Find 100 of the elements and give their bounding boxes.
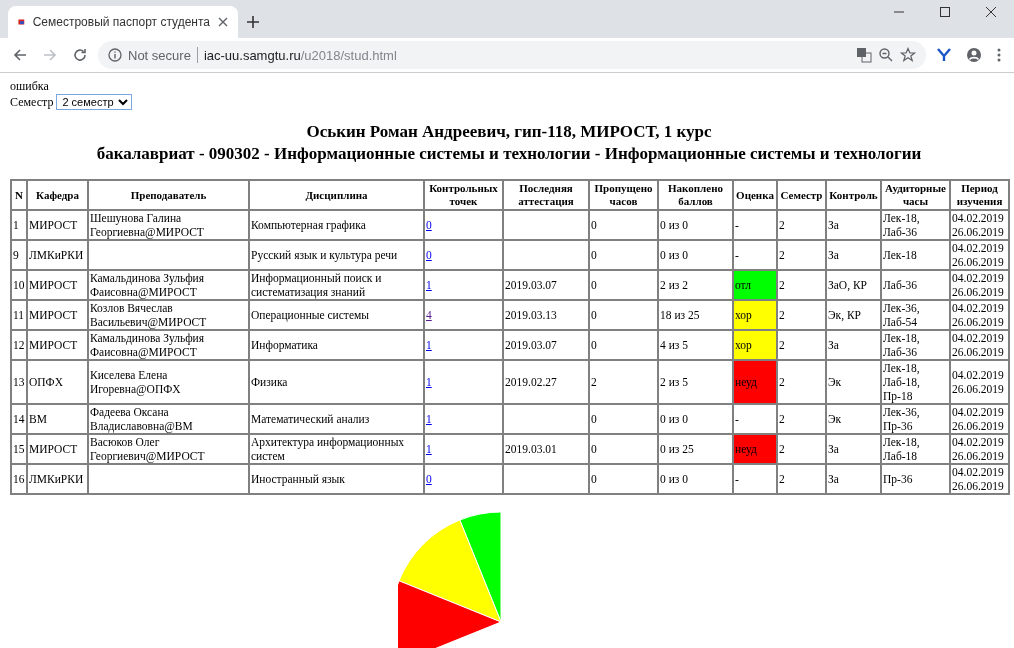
- info-icon: [108, 48, 122, 62]
- table-cell: 2019.03.07: [503, 330, 589, 360]
- table-cell: МИРОСТ: [27, 270, 88, 300]
- table-cell: Киселева Елена Игоревна@ОПФХ: [88, 360, 249, 404]
- column-header: Аудиторные часы: [881, 180, 950, 210]
- table-cell: Лек-18, Лаб-18, Пр-18: [881, 360, 950, 404]
- table-cell: 2019.03.01: [503, 434, 589, 464]
- student-heading: Оськин Роман Андреевич, гип-118, МИРОСТ, 1 курс: [305, 121, 713, 143]
- table-cell: 0 из 0: [658, 240, 733, 270]
- semester-select[interactable]: 2 семестр: [56, 94, 133, 110]
- table-cell: Камальдинова Зульфия Фаисовна@МИРОСТ: [88, 330, 249, 360]
- table-cell: 04.02.2019 26.06.2019: [950, 240, 1009, 270]
- table-cell: 0: [589, 300, 658, 330]
- table-cell: За: [826, 434, 881, 464]
- grade-cell: -: [733, 404, 777, 434]
- grade-cell: отл: [733, 270, 777, 300]
- table-cell: Шешунова Галина Георгиевна@МИРОСТ: [88, 210, 249, 240]
- grade-cell: -: [733, 240, 777, 270]
- points-link[interactable]: 0: [426, 473, 432, 485]
- table-cell: Фадеева Оксана Владиславовна@ВМ: [88, 404, 249, 434]
- table-cell: 04.02.2019 26.06.2019: [950, 434, 1009, 464]
- column-header: Семестр: [777, 180, 826, 210]
- table-cell: 04.02.2019 26.06.2019: [950, 270, 1009, 300]
- table-cell: 04.02.2019 26.06.2019: [950, 360, 1009, 404]
- table-cell: 0 из 0: [658, 404, 733, 434]
- table-cell: Лек-18: [881, 240, 950, 270]
- points-link[interactable]: 1: [426, 443, 432, 455]
- table-cell: За: [826, 240, 881, 270]
- grade-cell: неуд: [733, 434, 777, 464]
- table-cell: 2: [777, 240, 826, 270]
- table-cell: Эк: [826, 404, 881, 434]
- table-cell: 2019.03.13: [503, 300, 589, 330]
- table-cell: 2: [777, 464, 826, 494]
- table-cell: Эк, КР: [826, 300, 881, 330]
- table-cell: 04.02.2019 26.06.2019: [950, 300, 1009, 330]
- table-cell: 0 из 25: [658, 434, 733, 464]
- table-cell: 2019.03.07: [503, 270, 589, 300]
- column-header: Дисциплина: [249, 180, 424, 210]
- table-cell: Пр-36: [881, 464, 950, 494]
- zoom-icon: [878, 47, 894, 63]
- table-cell: Камальдинова Зульфия Фаисовна@МИРОСТ: [88, 270, 249, 300]
- points-link[interactable]: 0: [426, 249, 432, 261]
- table-cell: Архитектура информационных систем: [249, 434, 424, 464]
- grade-cell: неуд: [733, 360, 777, 404]
- table-cell: Информатика: [249, 330, 424, 360]
- table-cell: 9: [11, 240, 27, 270]
- table-cell: Васюков Олег Георгиевич@МИРОСТ: [88, 434, 249, 464]
- column-header: Контрольных точек: [424, 180, 503, 210]
- table-cell: Операционные системы: [249, 300, 424, 330]
- table-cell: За: [826, 464, 881, 494]
- column-header: Последняя аттестация: [503, 180, 589, 210]
- browser-tab[interactable]: Семестровый паспорт студента: [8, 6, 238, 38]
- table-cell: 2: [589, 360, 658, 404]
- table-cell: ЛМКиРКИ: [27, 240, 88, 270]
- table-cell: ЛМКиРКИ: [27, 464, 88, 494]
- table-cell: Математический анализ: [249, 404, 424, 434]
- table-cell: Информационный поиск и систематизация знаний: [249, 270, 424, 300]
- column-header: N: [11, 180, 27, 210]
- table-cell: 15: [11, 434, 27, 464]
- table-cell: 2: [777, 270, 826, 300]
- table-cell: 0: [589, 240, 658, 270]
- table-cell: 0 из 0: [658, 464, 733, 494]
- table-cell: Эк: [826, 360, 881, 404]
- table-cell: Иностранный язык: [249, 464, 424, 494]
- error-text: ошибка: [10, 79, 49, 94]
- table-cell: 0 из 0: [658, 210, 733, 240]
- translate-icon: [856, 47, 872, 63]
- column-header: Контроль: [826, 180, 881, 210]
- points-link[interactable]: 4: [426, 309, 432, 321]
- table-cell: 04.02.2019 26.06.2019: [950, 464, 1009, 494]
- table-cell: За: [826, 210, 881, 240]
- table-cell: Лек-36, Пр-36: [881, 404, 950, 434]
- table-cell: Лек-18, Лаб-18: [881, 434, 950, 464]
- table-cell: 16: [11, 464, 27, 494]
- points-link[interactable]: 1: [426, 376, 432, 388]
- points-link[interactable]: 1: [426, 339, 432, 351]
- table-cell: 12: [11, 330, 27, 360]
- points-link[interactable]: 1: [426, 279, 432, 291]
- table-cell: 2: [777, 300, 826, 330]
- table-cell: 0: [589, 330, 658, 360]
- table-cell: 0: [589, 434, 658, 464]
- table-cell: Русский язык и культура речи: [249, 240, 424, 270]
- points-link[interactable]: 1: [426, 413, 432, 425]
- table-cell: МИРОСТ: [27, 434, 88, 464]
- table-cell: За: [826, 330, 881, 360]
- table-cell: Лек-18, Лаб-36: [881, 210, 950, 240]
- table-cell: 2: [777, 404, 826, 434]
- column-header: Период изучения: [950, 180, 1009, 210]
- grade-cell: -: [733, 464, 777, 494]
- table-cell: 0: [589, 404, 658, 434]
- table-cell: 04.02.2019 26.06.2019: [950, 330, 1009, 360]
- points-link[interactable]: 0: [426, 219, 432, 231]
- student-heading: бакалавриат - 090302 - Информационные системы и технологии - Информационные системы и технологии: [95, 143, 923, 165]
- table-cell: Физика: [249, 360, 424, 404]
- table-cell: ЗаО, КР: [826, 270, 881, 300]
- table-cell: ВМ: [27, 404, 88, 434]
- table-cell: 11: [11, 300, 27, 330]
- address-bar[interactable]: Not secure iac-uu.samgtu.ru/u2018/stud.html: [98, 41, 926, 69]
- security-label: Not secure: [128, 47, 191, 63]
- grade-cell: хор: [733, 330, 777, 360]
